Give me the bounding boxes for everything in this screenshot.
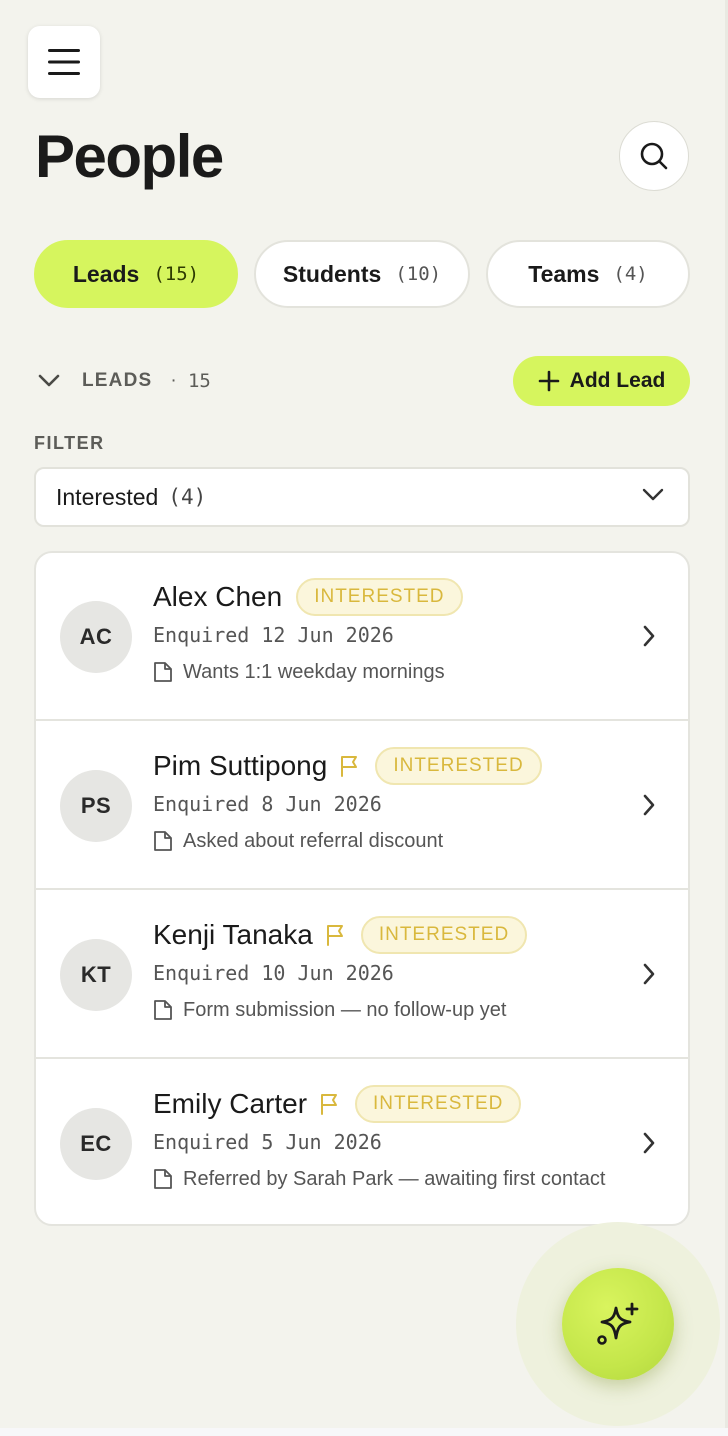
search-button[interactable] — [619, 121, 689, 191]
lead-note: Asked about referral discount — [153, 827, 443, 855]
tab-students[interactable]: Students (10) — [254, 240, 470, 308]
enquired-date: Enquired 5 Jun 2026 — [153, 1130, 382, 1154]
note-text: Referred by Sarah Park — awaiting first … — [183, 1167, 606, 1190]
note-text: Asked about referral discount — [183, 829, 444, 852]
name-line: Alex Chen INTERESTED — [153, 577, 463, 617]
lead-row[interactable]: PS Pim Suttipong INTERESTED Enquired 8 J… — [36, 722, 688, 890]
enquired-date: Enquired 12 Jun 2026 — [153, 623, 394, 647]
tab-label: Students — [282, 260, 382, 287]
leads-section-header[interactable]: LEADS · 15 — [38, 366, 211, 396]
flag-icon[interactable] — [339, 754, 361, 778]
chevron-right-icon — [643, 1132, 655, 1154]
name-line: Pim Suttipong INTERESTED — [153, 746, 542, 786]
note-text: Wants 1:1 weekday mornings — [183, 660, 445, 683]
status-badge: INTERESTED — [360, 916, 528, 954]
lead-name: Pim Suttipong — [153, 750, 328, 781]
section-label: LEADS — [82, 370, 153, 391]
tab-count: (15) — [153, 263, 200, 285]
lead-note: Referred by Sarah Park — awaiting first … — [153, 1165, 605, 1193]
tab-label: Leads — [72, 260, 140, 287]
menu-button[interactable] — [28, 26, 100, 98]
lead-row[interactable]: AC Alex Chen INTERESTED Enquired 12 Jun … — [36, 553, 688, 721]
section-dot: · — [170, 370, 178, 391]
flag-icon[interactable] — [325, 923, 347, 947]
avatar: PS — [60, 770, 132, 842]
lead-note: Wants 1:1 weekday mornings — [153, 658, 445, 686]
add-lead-button[interactable]: Add Lead — [513, 356, 690, 406]
enquired-date: Enquired 8 Jun 2026 — [153, 792, 382, 816]
bottom-edge — [0, 1428, 728, 1436]
lead-row[interactable]: EC Emily Carter INTERESTED Enquired 5 Ju… — [36, 1060, 688, 1224]
page-title: People — [35, 123, 224, 190]
lead-name: Emily Carter — [153, 1088, 308, 1119]
tab-count: (10) — [395, 263, 442, 285]
filter-label: FILTER — [34, 433, 105, 453]
note-icon — [154, 662, 172, 682]
note-icon — [154, 1169, 172, 1189]
leads-list: AC Alex Chen INTERESTED Enquired 12 Jun … — [34, 551, 690, 1226]
name-line: Kenji Tanaka INTERESTED — [153, 915, 528, 955]
lead-note: Form submission — no follow-up yet — [153, 996, 506, 1024]
lead-name: Alex Chen — [153, 581, 283, 612]
tab-label: Teams — [528, 260, 600, 287]
tab-leads[interactable]: Leads (15) — [34, 240, 238, 308]
status-badge: INTERESTED — [355, 1085, 522, 1123]
lead-name: Kenji Tanaka — [153, 919, 313, 950]
chevron-right-icon — [643, 963, 655, 985]
avatar: KT — [60, 939, 132, 1011]
note-icon — [154, 1000, 172, 1020]
search-icon — [640, 142, 668, 170]
section-count: 15 — [187, 370, 211, 392]
status-badge: INTERESTED — [375, 747, 542, 785]
filter-select[interactable]: Interested (4) — [34, 467, 690, 527]
filter-value: Interested — [56, 483, 159, 510]
note-text: Form submission — no follow-up yet — [183, 998, 507, 1021]
tab-count: (4) — [613, 263, 648, 285]
name-line: Emily Carter INTERESTED — [153, 1084, 522, 1124]
status-badge: INTERESTED — [296, 578, 463, 616]
note-icon — [154, 831, 172, 851]
chevron-right-icon — [643, 794, 655, 816]
tab-teams[interactable]: Teams (4) — [486, 240, 690, 308]
add-lead-label: Add Lead — [569, 369, 666, 392]
lead-row[interactable]: KT Kenji Tanaka INTERESTED Enquired 10 J… — [36, 891, 688, 1059]
hamburger-icon — [48, 49, 80, 75]
chevron-down-icon — [642, 488, 664, 501]
flag-icon[interactable] — [319, 1092, 341, 1116]
sparkles-icon — [597, 1302, 639, 1345]
avatar: EC — [60, 1108, 132, 1180]
ai-assistant-button[interactable] — [562, 1268, 674, 1380]
enquired-date: Enquired 10 Jun 2026 — [153, 961, 394, 985]
chevron-right-icon — [643, 625, 655, 647]
plus-icon — [538, 370, 559, 392]
filter-count: (4) — [168, 485, 207, 509]
avatar: AC — [60, 601, 132, 673]
chevron-down-icon — [38, 374, 60, 387]
